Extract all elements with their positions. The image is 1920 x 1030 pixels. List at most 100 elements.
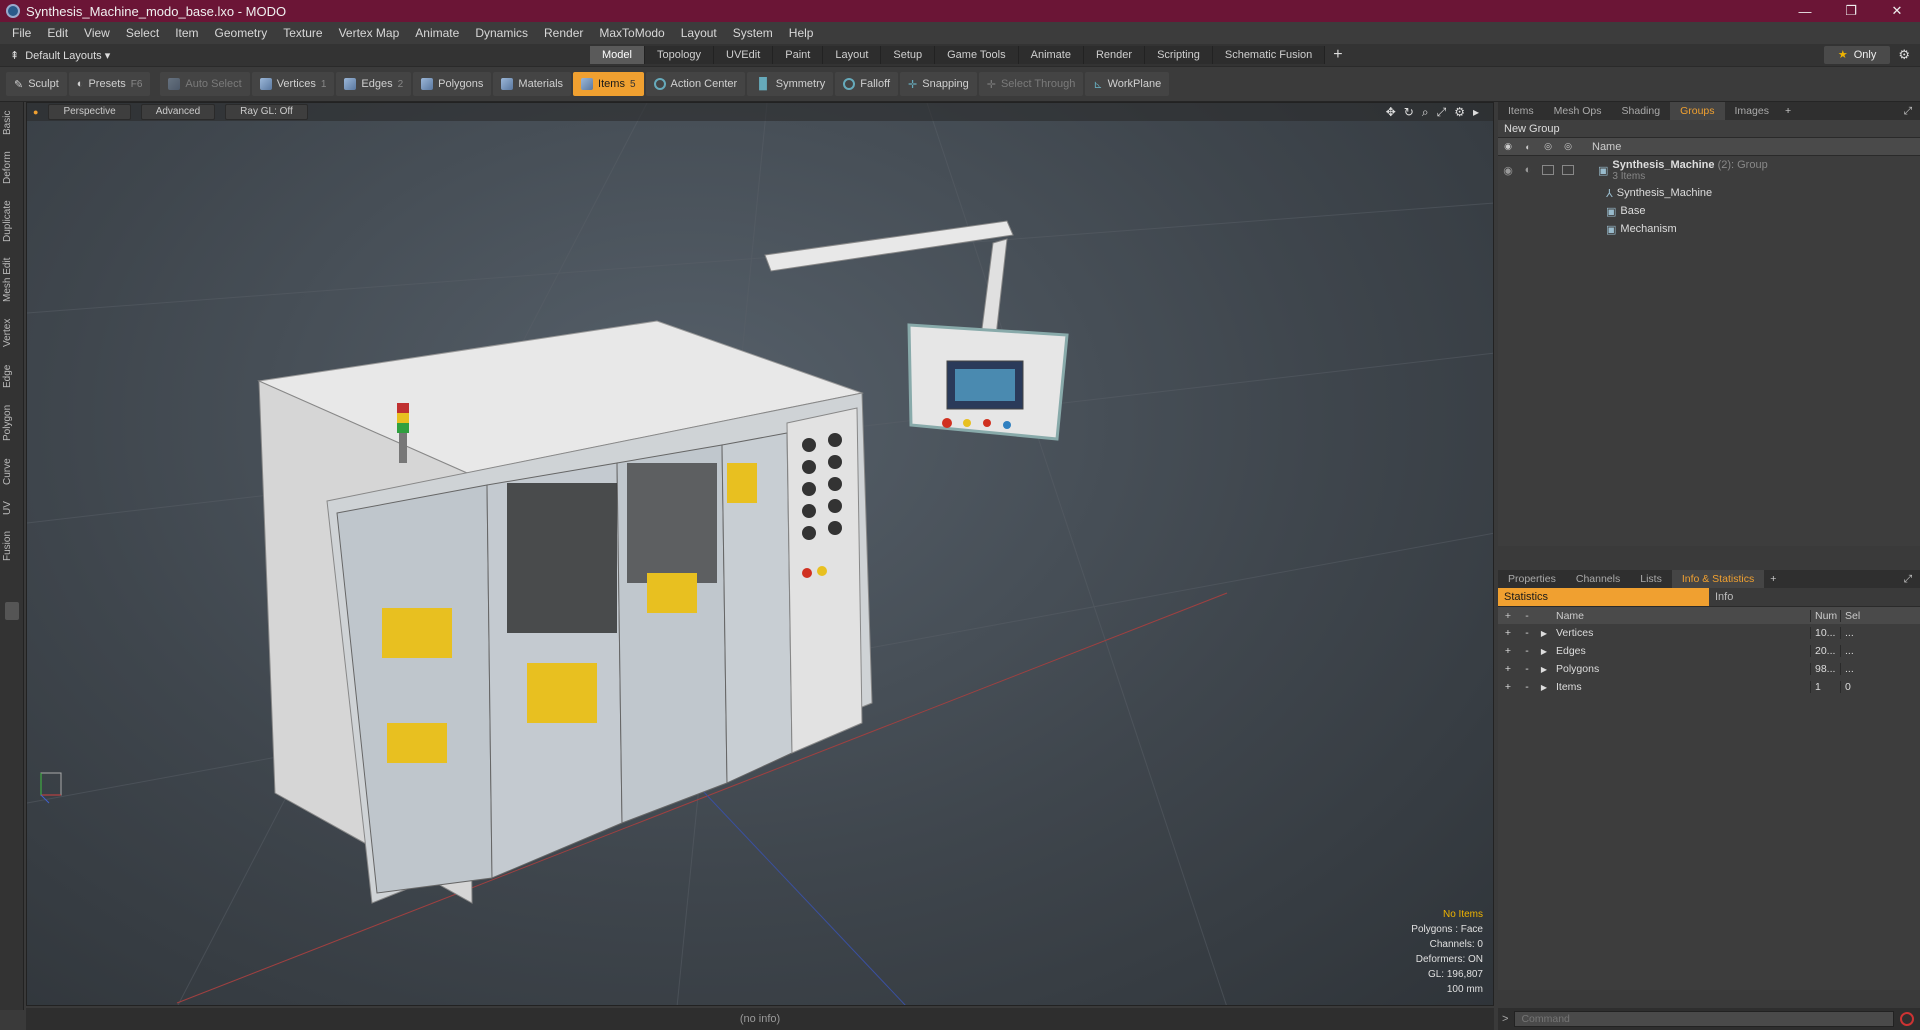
tab-animate[interactable]: Animate	[1018, 46, 1084, 64]
tab-properties[interactable]: Properties	[1498, 570, 1566, 588]
raygl-button[interactable]: Ray GL: Off	[225, 104, 308, 120]
render-toggle[interactable]	[1542, 165, 1554, 175]
pan-icon[interactable]: ✥	[1386, 105, 1396, 120]
vtab-fusion[interactable]: Fusion	[2, 526, 22, 566]
add-icon[interactable]: +	[1498, 645, 1518, 657]
stat-row[interactable]: + - ▶ Edges 20... ...	[1498, 642, 1920, 660]
menu-maxtomodo[interactable]: MaxToModo	[591, 26, 672, 40]
tab-schematic-fusion[interactable]: Schematic Fusion	[1212, 46, 1326, 64]
tab-topology[interactable]: Topology	[644, 46, 715, 64]
tab-uvedit[interactable]: UVEdit	[714, 46, 774, 64]
menu-render[interactable]: Render	[536, 26, 591, 40]
3d-viewport[interactable]: ● Perspective Advanced Ray GL: Off ✥ ↻ ⌕…	[26, 102, 1494, 1006]
group-child-row[interactable]: ▣ Mechanism	[1498, 220, 1920, 238]
tab-info-statistics[interactable]: Info & Statistics	[1671, 570, 1765, 588]
viewport-settings-icon[interactable]: ⚙	[1454, 105, 1465, 120]
viewport-expand-icon[interactable]: ▸	[1473, 105, 1479, 120]
subtab-info[interactable]: Info	[1709, 588, 1920, 606]
add-icon[interactable]: +	[1498, 663, 1518, 675]
expand-arrow-icon[interactable]: ▶	[1536, 665, 1552, 674]
tab-items[interactable]: Items	[1498, 102, 1544, 120]
vtab-basic[interactable]: Basic	[2, 106, 22, 140]
layout-preset-dropdown[interactable]: ⇞ Default Layouts ▾	[10, 49, 590, 62]
palette-toggle-button[interactable]	[5, 602, 19, 620]
group-child-row[interactable]: ⅄ Synthesis_Machine	[1498, 184, 1920, 202]
vtab-duplicate[interactable]: Duplicate	[2, 196, 22, 246]
presets-button[interactable]: ◐ Presets F6	[68, 72, 151, 96]
menu-view[interactable]: View	[76, 26, 118, 40]
select-through-button[interactable]: ✛ Select Through	[978, 72, 1084, 96]
vtab-vertex[interactable]: Vertex	[2, 314, 22, 352]
tab-groups[interactable]: Groups	[1670, 102, 1725, 120]
menu-system[interactable]: System	[725, 26, 781, 40]
menu-texture[interactable]: Texture	[275, 26, 330, 40]
vtab-deform[interactable]: Deform	[2, 148, 22, 188]
tab-shading[interactable]: Shading	[1612, 102, 1671, 120]
add-icon[interactable]: +	[1498, 681, 1518, 693]
menu-file[interactable]: File	[4, 26, 39, 40]
workplane-button[interactable]: ⊾ WorkPlane	[1085, 72, 1170, 96]
expand-panel-icon[interactable]: ⤢	[1904, 573, 1912, 586]
shading-button[interactable]: Advanced	[140, 104, 216, 120]
menu-animate[interactable]: Animate	[407, 26, 467, 40]
tab-paint[interactable]: Paint	[773, 46, 824, 64]
settings-gear-icon[interactable]: ⚙	[1898, 47, 1910, 63]
viewport-options-icon[interactable]: ●	[33, 107, 38, 117]
vtab-edge[interactable]: Edge	[2, 360, 22, 392]
snapping-button[interactable]: ✛ Snapping	[900, 72, 977, 96]
tab-images[interactable]: Images	[1725, 102, 1779, 120]
symmetry-button[interactable]: ▐▌ Symmetry	[747, 72, 834, 96]
select-toggle[interactable]	[1562, 165, 1574, 175]
add-icon[interactable]: +	[1498, 627, 1518, 639]
menu-select[interactable]: Select	[118, 26, 167, 40]
tab-render[interactable]: Render	[1083, 46, 1146, 64]
polygons-button[interactable]: Polygons	[413, 72, 492, 96]
menu-layout[interactable]: Layout	[673, 26, 725, 40]
remove-icon[interactable]: -	[1518, 645, 1536, 657]
stat-row[interactable]: + - ▶ Polygons 98... ...	[1498, 660, 1920, 678]
expand-all-icon[interactable]: +	[1498, 610, 1518, 622]
add-tab-button[interactable]: +	[1325, 46, 1350, 64]
stat-row[interactable]: + - ▶ Vertices 10... ...	[1498, 624, 1920, 642]
maximize-button[interactable]: ❐	[1828, 3, 1874, 19]
vertices-button[interactable]: Vertices 1	[251, 72, 335, 96]
stop-command-icon[interactable]	[1900, 1012, 1914, 1026]
group-row-root[interactable]: ◉ ◐ ▣ Synthesis_Machine (2): Group 3 Ite…	[1498, 156, 1920, 184]
fit-icon[interactable]: ⤢	[1437, 105, 1447, 120]
action-center-button[interactable]: Action Center	[645, 72, 746, 96]
subtab-statistics[interactable]: Statistics	[1498, 588, 1709, 606]
view-type-button[interactable]: Perspective	[48, 104, 131, 120]
tab-lists[interactable]: Lists	[1630, 570, 1672, 588]
add-panel-tab-button[interactable]: +	[1779, 105, 1797, 117]
vtab-curve[interactable]: Curve	[2, 454, 22, 490]
tab-scripting[interactable]: Scripting	[1145, 46, 1213, 64]
expand-arrow-icon[interactable]: ▶	[1536, 647, 1552, 656]
vtab-uv[interactable]: UV	[2, 498, 22, 518]
tab-game-tools[interactable]: Game Tools	[935, 46, 1019, 64]
expand-panel-icon[interactable]: ⤢	[1904, 105, 1912, 118]
command-input[interactable]	[1514, 1011, 1894, 1027]
menu-dynamics[interactable]: Dynamics	[467, 26, 536, 40]
menu-help[interactable]: Help	[781, 26, 822, 40]
tab-channels[interactable]: Channels	[1566, 570, 1630, 588]
items-button[interactable]: Items 5	[573, 72, 644, 96]
menu-geometry[interactable]: Geometry	[207, 26, 276, 40]
auto-select-button[interactable]: Auto Select	[160, 72, 250, 96]
falloff-button[interactable]: Falloff	[835, 72, 899, 96]
zoom-icon[interactable]: ⌕	[1422, 105, 1429, 120]
tab-mesh-ops[interactable]: Mesh Ops	[1544, 102, 1612, 120]
rotate-icon[interactable]: ↻	[1404, 105, 1414, 120]
remove-icon[interactable]: -	[1518, 627, 1536, 639]
edges-button[interactable]: Edges 2	[336, 72, 412, 96]
vtab-polygon[interactable]: Polygon	[2, 400, 22, 446]
lock-icon[interactable]: ◐	[1518, 164, 1538, 176]
eye-icon[interactable]: ◉	[1498, 164, 1518, 177]
menu-vertex-map[interactable]: Vertex Map	[331, 26, 408, 40]
tab-model[interactable]: Model	[590, 46, 645, 64]
materials-button[interactable]: Materials	[493, 72, 572, 96]
tab-setup[interactable]: Setup	[881, 46, 936, 64]
add-panel-tab-button[interactable]: +	[1764, 573, 1782, 585]
minimize-button[interactable]: —	[1782, 4, 1828, 19]
expand-arrow-icon[interactable]: ▶	[1536, 629, 1552, 638]
new-group-button[interactable]: New Group	[1498, 120, 1920, 138]
